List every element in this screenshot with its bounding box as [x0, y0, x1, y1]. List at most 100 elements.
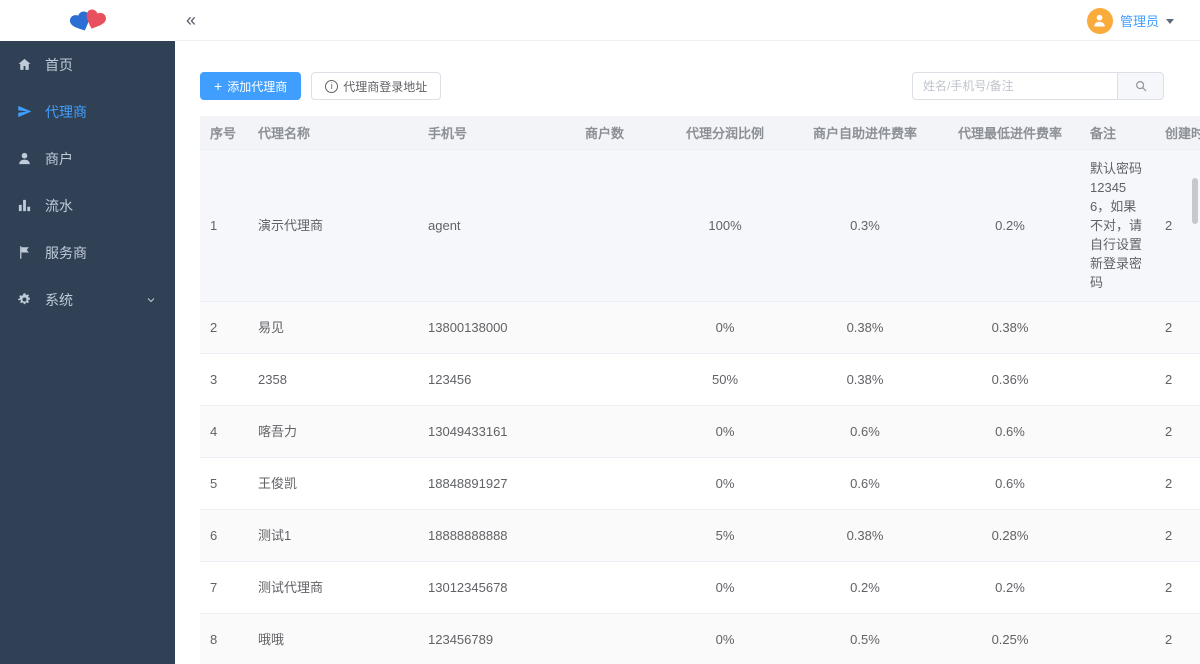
- cell-name: 哦哦: [248, 613, 418, 664]
- search-group: [912, 72, 1164, 100]
- cell-self_rate: 0.2%: [790, 561, 940, 614]
- cell-self_rate: 0.6%: [790, 457, 940, 510]
- cell-no: 8: [200, 613, 248, 664]
- sidebar-item-providers[interactable]: 服务商: [0, 229, 175, 276]
- cell-share: 50%: [660, 353, 790, 406]
- cell-merchants: [575, 509, 660, 562]
- cell-min_rate: 0.25%: [940, 613, 1080, 664]
- cell-phone: 13049433161: [418, 405, 575, 458]
- cell-phone: agent: [418, 149, 575, 302]
- add-agent-button[interactable]: + 添加代理商: [200, 72, 302, 100]
- sidebar-item-merchants[interactable]: 商户: [0, 135, 175, 182]
- cell-name: 测试1: [248, 509, 418, 562]
- sidebar-collapse-toggle[interactable]: «: [186, 0, 196, 41]
- cell-name: 演示代理商: [248, 149, 418, 302]
- cell-created: 2: [1155, 149, 1200, 302]
- cell-self_rate: 0.38%: [790, 353, 940, 406]
- sidebar-item-flows[interactable]: 流水: [0, 182, 175, 229]
- column-header-created: 创建时间: [1155, 116, 1200, 150]
- vertical-scrollbar[interactable]: [1192, 178, 1198, 224]
- cell-remark: [1080, 457, 1155, 510]
- column-header-no: 序号: [200, 116, 248, 150]
- cell-remark: [1080, 613, 1155, 664]
- table-row: 3 2358 123456 50% 0.38% 0.36% 2: [200, 353, 1200, 406]
- column-header-share: 代理分润比例: [660, 116, 790, 150]
- cell-phone: 123456: [418, 353, 575, 406]
- cell-self_rate: 0.3%: [790, 149, 940, 302]
- sidebar-item-label: 系统: [45, 291, 73, 308]
- cell-created: 2: [1155, 301, 1200, 354]
- cell-remark: [1080, 301, 1155, 354]
- sidebar-item-label: 服务商: [45, 244, 87, 261]
- sidebar-item-label: 首页: [45, 56, 73, 73]
- cell-share: 0%: [660, 405, 790, 458]
- sidebar-item-home[interactable]: 首页: [0, 41, 175, 88]
- user-menu[interactable]: 管理员: [1086, 0, 1174, 41]
- cell-created: 2: [1155, 405, 1200, 458]
- sidebar-item-label: 商户: [45, 150, 73, 167]
- cell-min_rate: 0.36%: [940, 353, 1080, 406]
- cell-merchants: [575, 561, 660, 614]
- table-row: 7 测试代理商 13012345678 0% 0.2% 0.2% 2: [200, 561, 1200, 614]
- main-content: + 添加代理商 i 代理商登录地址 序号代理名称: [175, 41, 1200, 664]
- cell-name: 王俊凯: [248, 457, 418, 510]
- cell-merchants: [575, 405, 660, 458]
- column-header-self_rate: 商户自助进件费率: [790, 116, 940, 150]
- info-icon: i: [325, 79, 339, 93]
- cell-share: 0%: [660, 457, 790, 510]
- cell-name: 易见: [248, 301, 418, 354]
- user-avatar-icon: [1094, 14, 1106, 27]
- cell-no: 1: [200, 149, 248, 302]
- cell-remark: [1080, 353, 1155, 406]
- table-row: 8 哦哦 123456789 0% 0.5% 0.25% 2: [200, 613, 1200, 664]
- cell-min_rate: 0.38%: [940, 301, 1080, 354]
- agent-login-url-label: 代理商登录地址: [343, 79, 428, 94]
- cell-created: 2: [1155, 509, 1200, 562]
- cell-share: 0%: [660, 613, 790, 664]
- sidebar-item-agents[interactable]: 代理商: [0, 88, 175, 135]
- plus-icon: +: [214, 78, 223, 94]
- cell-merchants: [575, 457, 660, 510]
- table-row: 2 易见 13800138000 0% 0.38% 0.38% 2: [200, 301, 1200, 354]
- cell-merchants: [575, 353, 660, 406]
- cell-name: 2358: [248, 353, 418, 406]
- agent-login-url-button[interactable]: i 代理商登录地址: [311, 72, 442, 100]
- cell-self_rate: 0.38%: [790, 301, 940, 354]
- cell-remark: [1080, 405, 1155, 458]
- cell-merchants: [575, 301, 660, 354]
- brand-logo-icon: [69, 9, 106, 31]
- cell-remark: [1080, 509, 1155, 562]
- cell-min_rate: 0.2%: [940, 561, 1080, 614]
- cell-min_rate: 0.6%: [940, 457, 1080, 510]
- search-button[interactable]: [1117, 72, 1164, 100]
- home-icon: [16, 57, 32, 73]
- cell-no: 5: [200, 457, 248, 510]
- agents-table: 序号代理名称手机号商户数代理分润比例商户自助进件费率代理最低进件费率备注创建时间…: [200, 116, 1200, 664]
- send-icon: [16, 104, 32, 120]
- cell-phone: 13012345678: [418, 561, 575, 614]
- cell-min_rate: 0.2%: [940, 149, 1080, 302]
- cell-no: 4: [200, 405, 248, 458]
- table-row: 4 喀吾力 13049433161 0% 0.6% 0.6% 2: [200, 405, 1200, 458]
- cell-no: 2: [200, 301, 248, 354]
- cell-self_rate: 0.6%: [790, 405, 940, 458]
- cell-share: 100%: [660, 149, 790, 302]
- sidebar-item-system[interactable]: 系统: [0, 276, 175, 323]
- add-agent-label: 添加代理商: [227, 79, 288, 94]
- search-input[interactable]: [912, 72, 1117, 100]
- cell-self_rate: 0.5%: [790, 613, 940, 664]
- chart-icon: [16, 198, 32, 214]
- cell-created: 2: [1155, 457, 1200, 510]
- search-icon: [1135, 81, 1146, 92]
- cell-min_rate: 0.6%: [940, 405, 1080, 458]
- caret-down-icon: [1166, 19, 1174, 24]
- cell-no: 3: [200, 353, 248, 406]
- brand-logo[interactable]: [0, 0, 175, 41]
- cell-name: 喀吾力: [248, 405, 418, 458]
- cell-created: 2: [1155, 353, 1200, 406]
- cell-share: 0%: [660, 301, 790, 354]
- cell-merchants: [575, 613, 660, 664]
- cell-remark: [1080, 561, 1155, 614]
- column-header-remark: 备注: [1080, 116, 1155, 150]
- flag-icon: [16, 245, 32, 261]
